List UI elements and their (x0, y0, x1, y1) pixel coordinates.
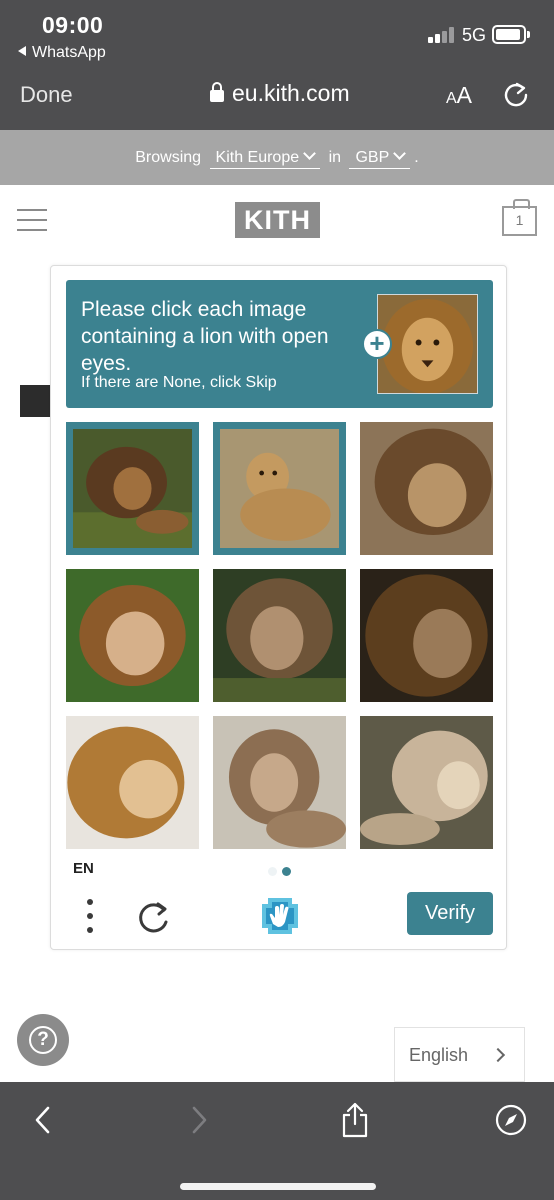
refresh-challenge-icon[interactable] (136, 898, 172, 934)
background-block (20, 385, 52, 417)
page-dot-1 (268, 867, 277, 876)
reload-icon[interactable] (502, 81, 530, 109)
lock-icon (210, 82, 224, 102)
region-value: Kith Europe (215, 149, 300, 166)
country-currency-bar: Browsing Kith Europe in GBP. (0, 130, 554, 185)
hcaptcha-challenge: Please click each image containing a lio… (50, 265, 507, 950)
example-lion-image[interactable] (377, 294, 478, 394)
cellular-signal-icon (428, 27, 456, 43)
image-tile-6[interactable] (360, 569, 493, 702)
image-tile-9[interactable] (360, 716, 493, 849)
network-type: 5G (462, 25, 487, 45)
aa-big: A (456, 82, 473, 108)
prompt-text: Please click each image containing a lio… (81, 298, 329, 375)
back-triangle-icon (18, 46, 26, 56)
page-indicator (268, 866, 298, 878)
url-text: eu.kith.com (232, 80, 350, 106)
status-time: 09:00 (42, 12, 104, 38)
in-label: in (328, 149, 342, 166)
safari-top-bar: 09:00 WhatsApp 5G Done eu.kith.com AA (0, 0, 554, 130)
chevron-right-icon (490, 1047, 506, 1063)
image-tile-4[interactable] (66, 569, 199, 702)
language-selector[interactable]: English (394, 1027, 525, 1082)
image-tile-3[interactable] (360, 422, 493, 555)
region-select[interactable]: Kith Europe (209, 147, 321, 169)
forward-arrow-icon[interactable] (192, 1106, 208, 1134)
back-arrow-icon[interactable] (34, 1106, 50, 1134)
challenge-prompt: Please click each image containing a lio… (66, 280, 493, 408)
cart-count: 1 (515, 212, 524, 228)
prompt-subtext: If there are None, click Skip (81, 374, 277, 391)
bar-end: . (414, 149, 419, 166)
back-app-label: WhatsApp (32, 44, 106, 61)
language-selector-value: English (409, 1045, 469, 1065)
language-label[interactable]: EN (73, 860, 94, 877)
currency-select[interactable]: GBP (349, 147, 411, 169)
screen: 09:00 WhatsApp 5G Done eu.kith.com AA Br… (0, 0, 554, 1200)
battery-icon (492, 25, 530, 44)
compass-icon[interactable] (495, 1104, 527, 1136)
browsing-label: Browsing (135, 149, 202, 166)
menu-icon[interactable] (17, 209, 47, 231)
image-tile-8[interactable] (213, 716, 346, 849)
currency-value: GBP (355, 149, 390, 166)
share-icon[interactable] (340, 1102, 370, 1138)
page-dot-2 (282, 867, 291, 876)
chevron-down-icon (303, 147, 316, 160)
question-mark-icon: ? (29, 1026, 57, 1054)
help-button[interactable]: ? (17, 1014, 69, 1066)
kith-logo[interactable]: KITH (235, 202, 320, 238)
done-button[interactable]: Done (20, 82, 73, 108)
chevron-down-icon (393, 147, 407, 160)
verify-button[interactable]: Verify (407, 892, 493, 935)
back-to-app-link[interactable]: WhatsApp (18, 44, 106, 62)
text-size-button[interactable]: AA (446, 82, 472, 109)
hcaptcha-logo-icon (262, 898, 298, 934)
plus-icon[interactable]: + (362, 329, 392, 359)
image-tile-1[interactable] (66, 422, 199, 555)
image-tile-7[interactable] (66, 716, 199, 849)
image-tile-2[interactable] (213, 422, 346, 555)
home-indicator (180, 1183, 376, 1190)
image-tile-5[interactable] (213, 569, 346, 702)
more-options-icon[interactable] (87, 899, 93, 933)
address-bar[interactable]: eu.kith.com (210, 80, 350, 107)
aa-small: A (446, 90, 457, 107)
cart-icon[interactable]: 1 (502, 199, 537, 236)
